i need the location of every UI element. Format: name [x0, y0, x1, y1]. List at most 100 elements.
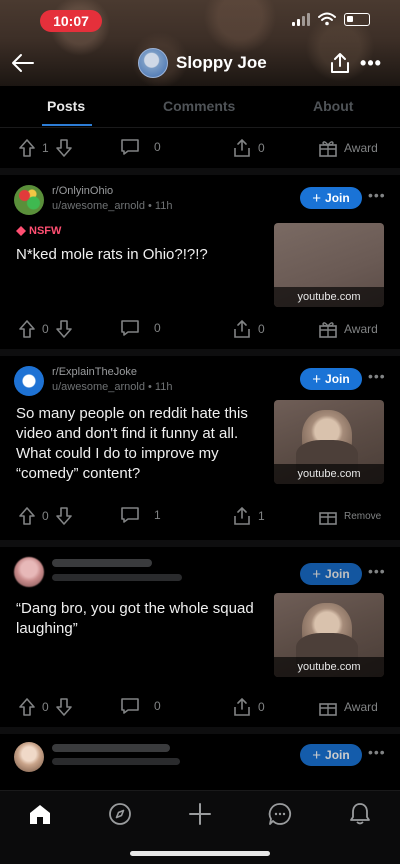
join-button[interactable]: + Join [300, 744, 362, 766]
comments-button[interactable]: 1 [120, 506, 161, 524]
post-title[interactable]: “Dang bro, you got the whole squad laugh… [16, 599, 266, 639]
downvote-icon[interactable] [55, 506, 73, 526]
share-icon [234, 319, 250, 338]
tab-comments[interactable]: Comments [163, 98, 235, 114]
nav-discover[interactable] [105, 799, 135, 829]
downvote-icon[interactable] [55, 319, 73, 339]
blurred-post-meta [52, 758, 180, 765]
subreddit-avatar[interactable] [14, 742, 44, 772]
post-divider [0, 349, 400, 356]
blurred-subreddit-name [52, 559, 152, 567]
blurred-post-meta [52, 574, 182, 581]
join-button[interactable]: + Join [300, 563, 362, 585]
nsfw-badge: NSFW [16, 225, 61, 237]
subreddit-avatar[interactable] [14, 557, 44, 587]
award-icon [319, 141, 337, 157]
downvote-icon[interactable] [55, 138, 73, 158]
share-post-button[interactable]: 0 [232, 319, 265, 339]
post-header: r/ExplainTheJoke u/awesome_arnold • 11h … [0, 356, 400, 398]
share-post-button[interactable]: 0 [232, 697, 265, 717]
thumbnail-domain: youtube.com [274, 287, 384, 307]
home-indicator [130, 851, 270, 856]
post-more-button[interactable]: ••• [368, 744, 386, 760]
post-thumbnail[interactable]: youtube.com [274, 223, 384, 307]
posts-feed: 1 0 0 Award r/OnlyinOhio u/awesome_arnol… [0, 128, 400, 774]
join-button[interactable]: + Join [300, 368, 362, 390]
share-post-button[interactable]: 0 [232, 138, 265, 158]
back-button[interactable] [8, 48, 38, 78]
post-action-bar: 0 0 0 Award [0, 309, 400, 349]
award-button[interactable]: Award [318, 697, 378, 717]
subreddit-name[interactable]: r/OnlyinOhio [52, 185, 113, 197]
post-title[interactable]: So many people on reddit hate this video… [16, 404, 266, 484]
upvote-icon[interactable] [18, 697, 36, 717]
nav-home[interactable] [25, 799, 55, 829]
post-header: + Join ••• [0, 547, 400, 589]
award-button[interactable]: Award [318, 138, 378, 158]
downvote-icon[interactable] [55, 697, 73, 717]
upvote-icon[interactable] [18, 138, 36, 158]
award-button[interactable]: Award [318, 319, 378, 339]
join-button[interactable]: + Join [300, 187, 362, 209]
vote-control: 0 [18, 506, 73, 526]
share-post-button[interactable]: 1 [232, 506, 265, 526]
post-divider [0, 727, 400, 734]
comments-button[interactable]: 0 [120, 697, 161, 715]
post-card[interactable]: + Join ••• “Dang bro, you got the whole s… [0, 547, 400, 727]
comments-button[interactable]: 0 [120, 319, 161, 337]
vote-count: 0 [42, 700, 49, 714]
upvote-icon[interactable] [18, 319, 36, 339]
status-time: 10:07 [40, 10, 102, 32]
post-meta: u/awesome_arnold • 11h [52, 381, 173, 393]
post-thumbnail[interactable]: youtube.com [274, 400, 384, 484]
vote-control: 0 [18, 319, 73, 339]
thumbnail-domain: youtube.com [274, 657, 384, 677]
post-more-button[interactable]: ••• [368, 368, 386, 384]
post-action-bar: 0 1 1 Remove [0, 496, 400, 536]
upvote-icon[interactable] [18, 506, 36, 526]
profile-tabs: Posts Comments About [0, 86, 400, 128]
profile-header[interactable]: Sloppy Joe [138, 48, 267, 78]
share-button[interactable] [326, 48, 354, 78]
more-options-button[interactable]: ••• [358, 48, 384, 78]
plus-icon: + [312, 565, 322, 583]
comment-icon [121, 320, 139, 336]
chat-icon [268, 803, 292, 825]
share-count: 1 [258, 509, 265, 523]
award-button[interactable]: Remove [318, 506, 381, 526]
battery-icon [344, 12, 370, 26]
comment-count: 0 [154, 140, 161, 154]
join-label: Join [325, 567, 350, 581]
post-card[interactable]: r/OnlyinOhio u/awesome_arnold • 11h + Joi… [0, 175, 400, 349]
subreddit-name[interactable]: r/ExplainTheJoke [52, 366, 137, 378]
status-bar: 10:07 [0, 8, 400, 34]
subreddit-avatar[interactable] [14, 185, 44, 215]
post-divider [0, 540, 400, 547]
subreddit-avatar[interactable] [14, 366, 44, 396]
post-card[interactable]: r/ExplainTheJoke u/awesome_arnold • 11h … [0, 356, 400, 540]
nsfw-icon [16, 226, 26, 236]
vote-count: 0 [42, 509, 49, 523]
post-title[interactable]: N*ked mole rats in Ohio?!?!? [16, 245, 266, 265]
tab-posts[interactable]: Posts [47, 98, 85, 114]
share-count: 0 [258, 141, 265, 155]
profile-nav-row: Sloppy Joe ••• [0, 46, 400, 82]
nav-notifications[interactable] [345, 799, 375, 829]
share-icon [234, 506, 250, 525]
post-thumbnail[interactable]: youtube.com [274, 593, 384, 677]
plus-icon: + [312, 746, 322, 764]
post-more-button[interactable]: ••• [368, 563, 386, 579]
status-icons [292, 12, 370, 26]
nav-chat[interactable] [265, 799, 295, 829]
comments-button[interactable]: 0 [120, 138, 161, 156]
profile-name: Sloppy Joe [176, 53, 267, 72]
tab-about[interactable]: About [313, 98, 353, 114]
comment-icon [121, 139, 139, 155]
comment-icon [121, 698, 139, 714]
nav-create-post[interactable] [185, 799, 215, 829]
post-more-button[interactable]: ••• [368, 187, 386, 203]
award-icon [319, 512, 337, 525]
vote-control: 1 [18, 138, 73, 158]
comment-count: 0 [154, 699, 161, 713]
post-card[interactable]: + Join ••• [0, 734, 400, 774]
